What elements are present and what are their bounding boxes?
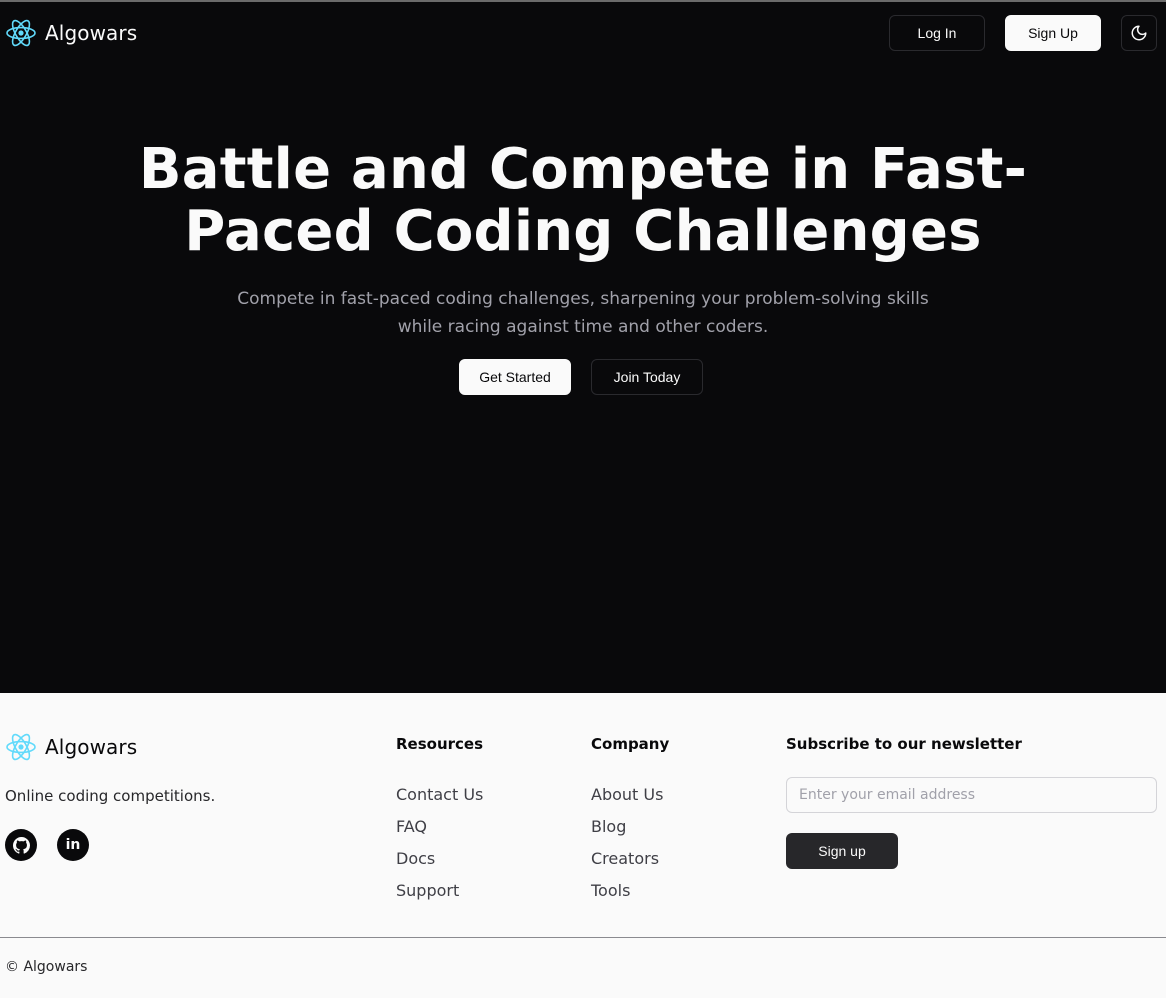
company-links: About Us Blog Creators Tools [591,779,663,907]
hero-title-line-2: Paced Coding Challenges [184,199,982,264]
hero-section: Algowars Log In Sign Up Battle and Compe… [0,2,1166,693]
footer-divider [0,937,1166,938]
theme-toggle-button[interactable] [1121,15,1157,51]
footer-logo[interactable]: Algowars [5,731,137,763]
signup-button[interactable]: Sign Up [1005,15,1101,51]
hero-subtitle-line-1: Compete in fast-paced coding challenges,… [237,289,929,309]
footer-tagline: Online coding competitions. [5,787,216,805]
footer-link-blog[interactable]: Blog [591,811,663,843]
login-button[interactable]: Log In [889,15,985,51]
company-heading: Company [591,735,670,753]
resources-heading: Resources [396,735,484,753]
newsletter-email-input[interactable] [786,777,1157,813]
footer-link-support[interactable]: Support [396,875,483,907]
newsletter-signup-button[interactable]: Sign up [786,833,898,869]
header-logo[interactable]: Algowars [5,17,137,49]
footer-link-contact-us[interactable]: Contact Us [396,779,483,811]
hero-subtitle: Compete in fast-paced coding challenges,… [0,285,1166,341]
atom-icon [6,733,36,761]
copyright: © Algowars [5,959,88,975]
hero-subtitle-line-2: while racing against time and other code… [397,317,769,337]
hero-title-line-1: Battle and Compete in Fast- [138,137,1028,202]
footer-link-docs[interactable]: Docs [396,843,483,875]
footer-link-about-us[interactable]: About Us [591,779,663,811]
footer-link-creators[interactable]: Creators [591,843,663,875]
resources-links: Contact Us FAQ Docs Support [396,779,483,907]
moon-icon [1131,25,1147,41]
hero-title: Battle and Compete in Fast- Paced Coding… [0,139,1166,263]
newsletter-heading: Subscribe to our newsletter [786,735,1022,753]
github-link[interactable] [5,829,37,861]
atom-icon [6,19,36,47]
join-today-button[interactable]: Join Today [591,359,703,395]
footer-link-tools[interactable]: Tools [591,875,663,907]
linkedin-link[interactable]: in [57,829,89,861]
linkedin-icon: in [65,837,81,853]
brand-name: Algowars [45,21,138,45]
footer-link-faq[interactable]: FAQ [396,811,483,843]
github-icon [12,836,30,854]
get-started-button[interactable]: Get Started [459,359,571,395]
footer-brand-name: Algowars [45,735,138,759]
